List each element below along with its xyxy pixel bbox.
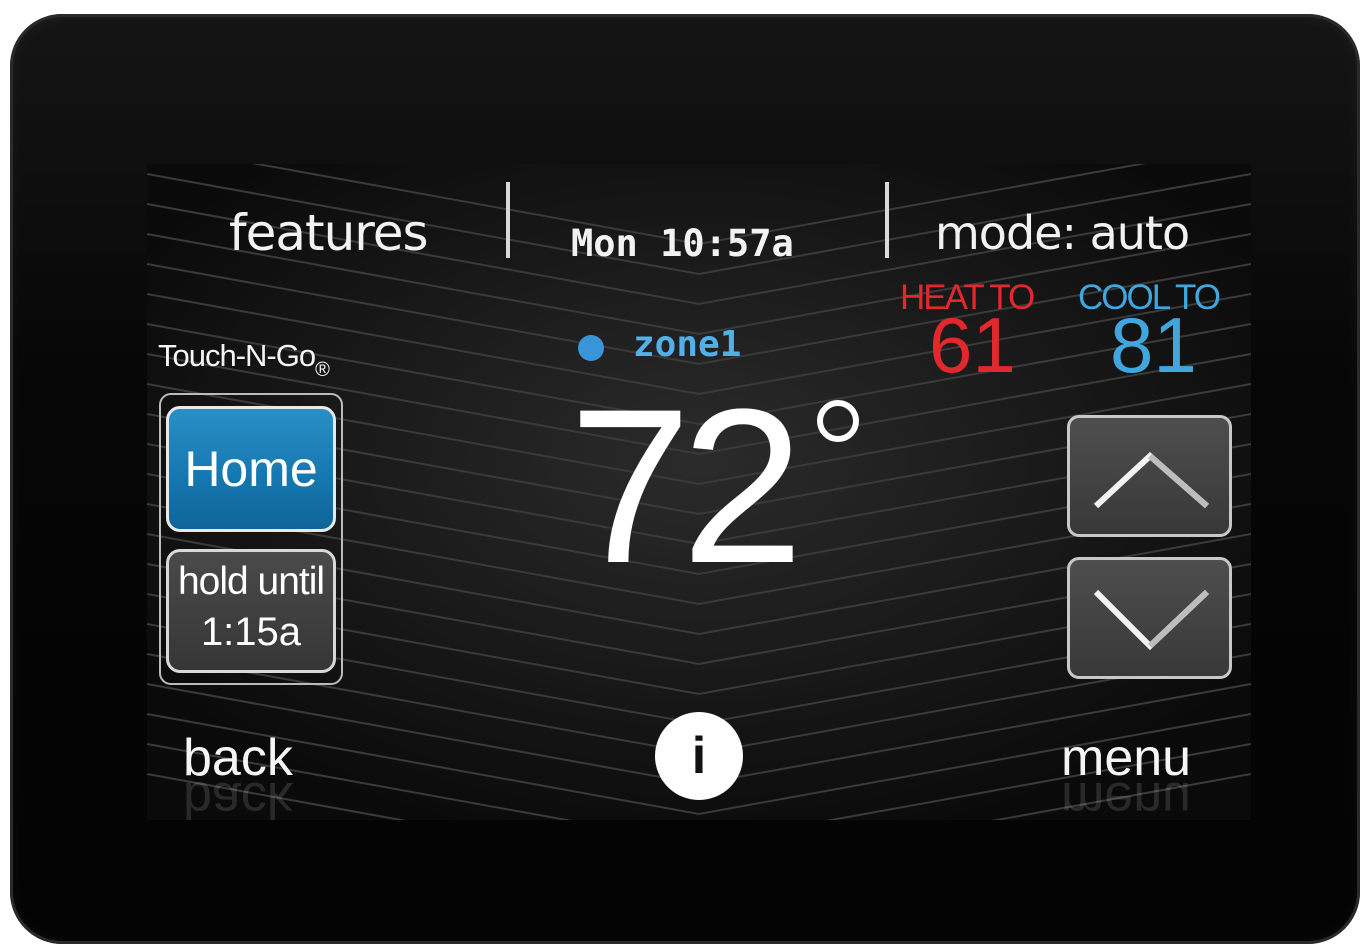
degree-symbol	[817, 400, 859, 442]
menu-button[interactable]: menu	[1061, 728, 1191, 788]
header-divider	[506, 182, 510, 258]
info-icon[interactable]: i	[655, 712, 743, 800]
hold-time: 1:15a	[200, 610, 302, 654]
hold-label: hold until	[177, 560, 325, 603]
registered-mark: ®	[315, 359, 330, 381]
features-button[interactable]: features	[229, 204, 429, 262]
mode-button[interactable]: mode: auto	[935, 206, 1190, 260]
home-button[interactable]: Home	[166, 406, 336, 532]
temperature-down-button[interactable]	[1067, 557, 1232, 679]
zone-name[interactable]: zone1	[633, 324, 741, 365]
brand-logo: Touch-N-Go®	[158, 338, 330, 381]
current-temperature: 72	[569, 363, 804, 609]
clock-display: Mon 10:57a	[571, 222, 794, 265]
cool-setpoint[interactable]: 81	[1110, 306, 1197, 384]
temperature-up-button[interactable]	[1067, 415, 1232, 537]
header-divider	[885, 182, 889, 258]
thermostat-device: features Mon 10:57a mode: auto HEAT TO 6…	[10, 14, 1360, 944]
hold-until-button[interactable]: hold until 1:15a	[166, 549, 336, 673]
chevron-down-icon	[1093, 589, 1210, 651]
brand-name: Touch-N-Go	[158, 338, 316, 373]
chevron-up-icon	[1093, 451, 1209, 509]
zone-status-dot	[578, 335, 604, 361]
back-button[interactable]: back	[183, 728, 293, 788]
touch-screen: features Mon 10:57a mode: auto HEAT TO 6…	[147, 164, 1251, 820]
heat-setpoint[interactable]: 61	[929, 306, 1016, 384]
